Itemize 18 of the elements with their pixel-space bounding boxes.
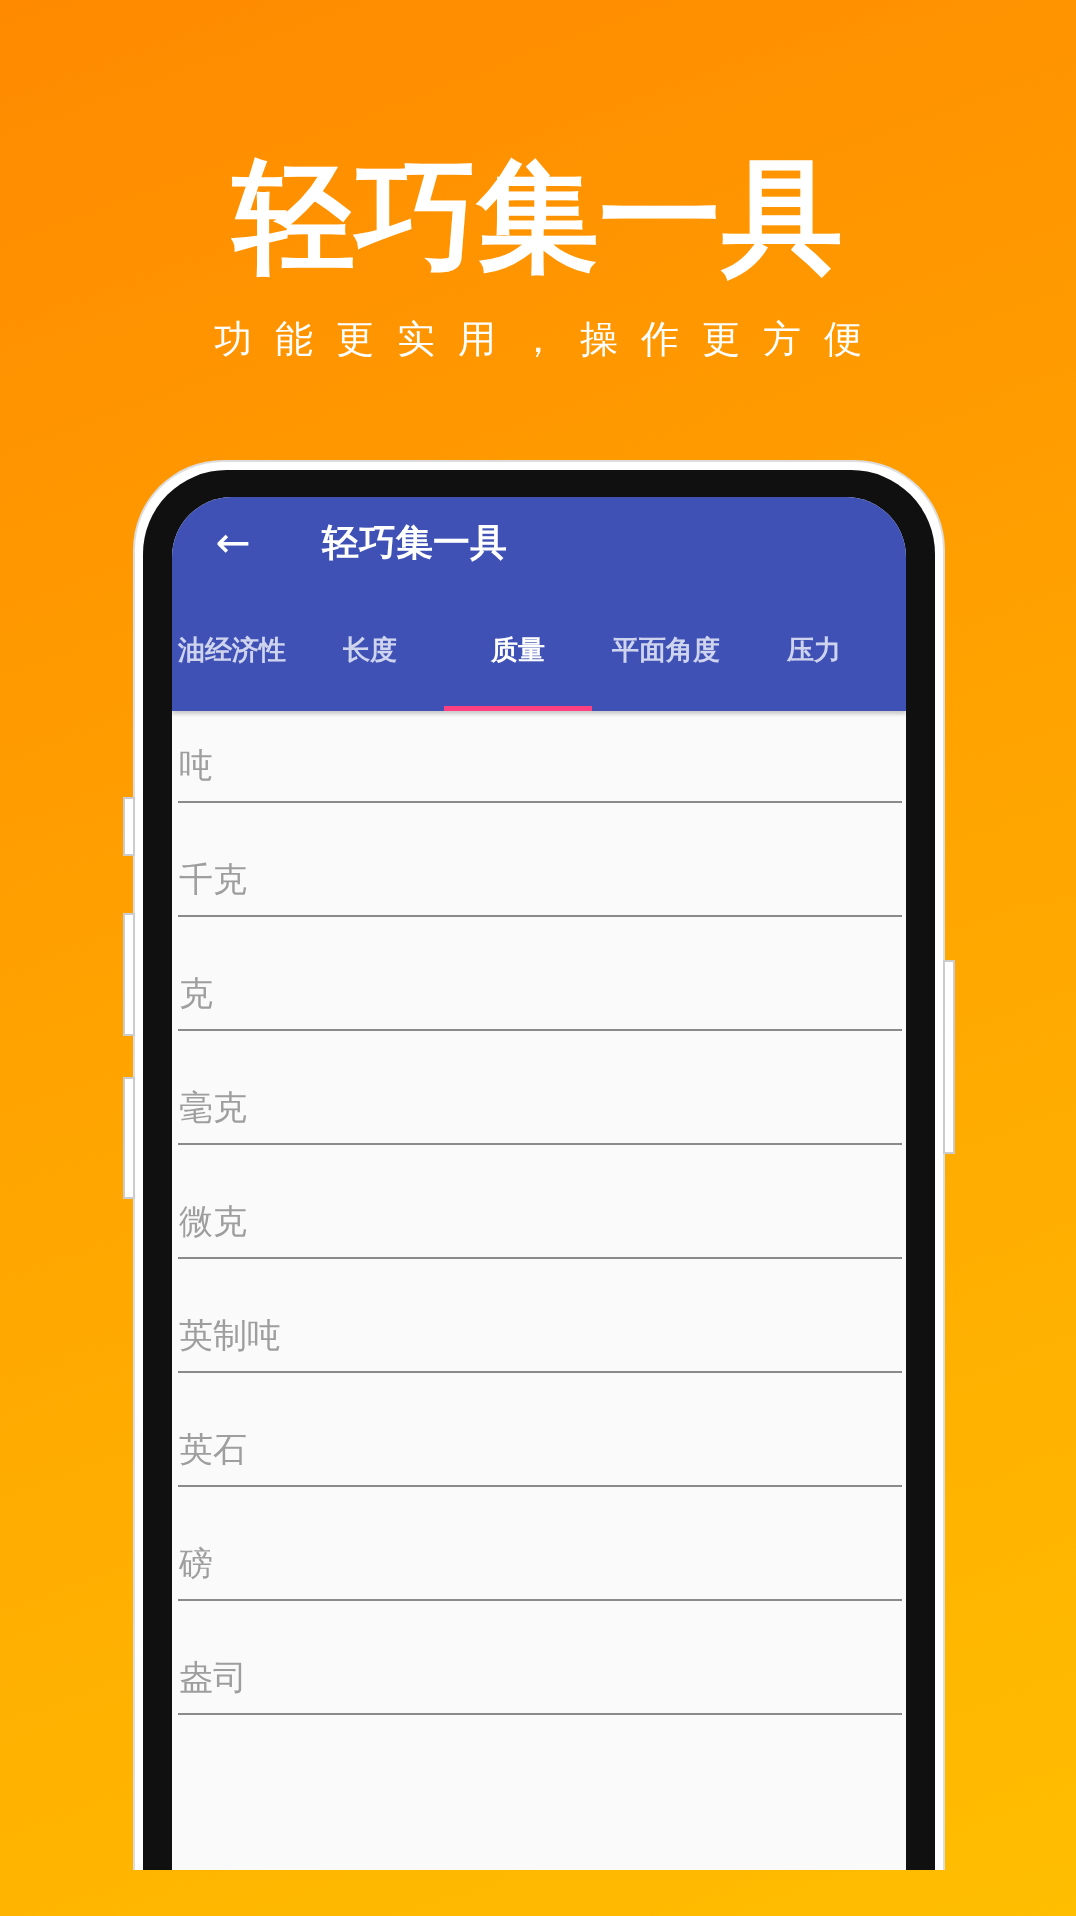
input-field[interactable]: 微克 bbox=[178, 1185, 902, 1260]
input-field[interactable]: 盎司 bbox=[178, 1641, 902, 1716]
tab[interactable]: 平面角度 bbox=[592, 589, 740, 712]
tab[interactable]: 油经济性 bbox=[172, 589, 296, 712]
tab[interactable]: 质量 bbox=[444, 589, 592, 712]
tab[interactable]: 压力 bbox=[740, 589, 888, 712]
back-button[interactable]: ← bbox=[210, 522, 256, 565]
input-field[interactable]: 磅 bbox=[178, 1527, 902, 1602]
tab[interactable]: 长度 bbox=[296, 589, 444, 712]
input-field[interactable]: 千克 bbox=[178, 843, 902, 918]
app-title: 轻巧集一具 bbox=[322, 520, 507, 567]
input-field[interactable]: 英制吨 bbox=[178, 1299, 902, 1374]
headline: 轻巧集一具 bbox=[233, 150, 843, 285]
input-field[interactable]: 英石 bbox=[178, 1413, 902, 1488]
input-field[interactable]: 克 bbox=[178, 957, 902, 1032]
input-field[interactable]: 吨 bbox=[178, 729, 902, 804]
subtitle: 功能更实用，操作更方便 bbox=[213, 316, 885, 364]
input-field[interactable]: 毫克 bbox=[178, 1071, 902, 1146]
